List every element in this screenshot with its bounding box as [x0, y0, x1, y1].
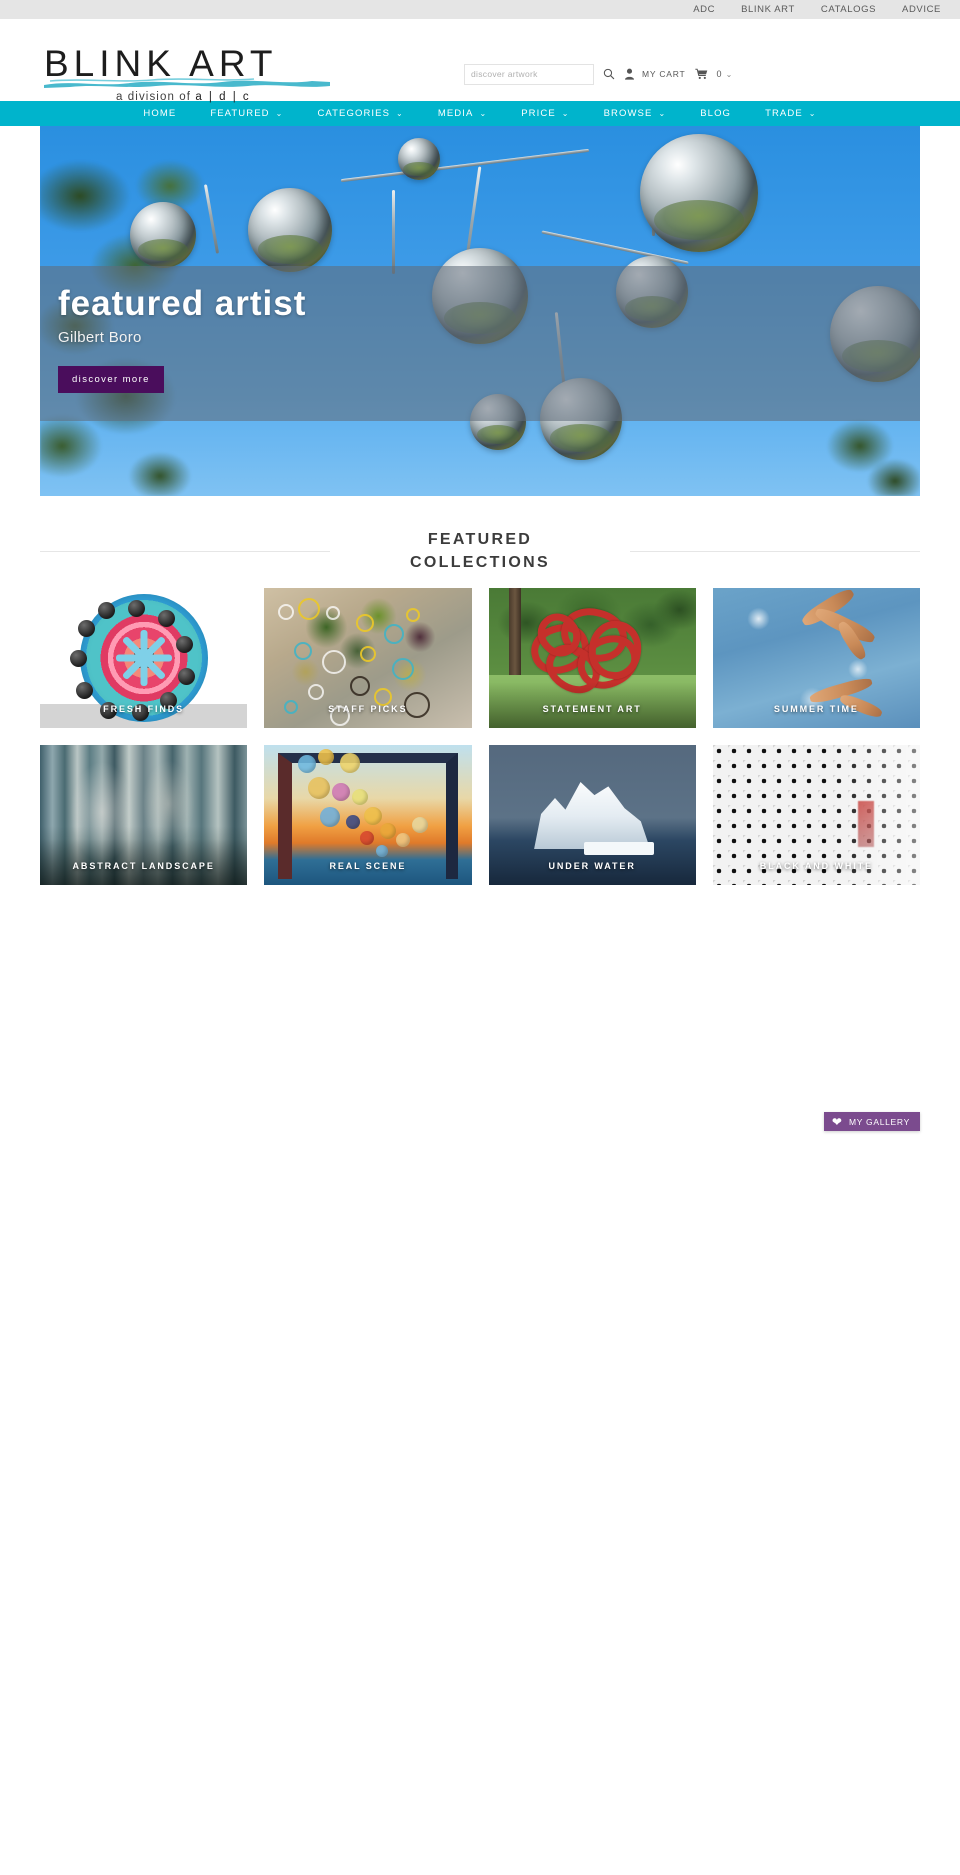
nav-item-label: BLOG [700, 108, 732, 119]
heading-line-1: FEATURED [427, 531, 533, 548]
collection-tile-fresh-finds[interactable]: FRESH FINDS [40, 588, 248, 729]
nav-item-home[interactable]: HOME [143, 108, 176, 119]
utility-link-advice[interactable]: ADVICE [902, 4, 941, 15]
hero-subtitle: Gilbert Boro [58, 328, 142, 346]
collection-tile-label: STATEMENT ART [542, 704, 642, 715]
nav-item-media[interactable]: MEDIA ⌄ [438, 108, 487, 119]
chevron-down-icon: ⌄ [561, 109, 570, 118]
collection-tile-label: UNDER WATER [548, 861, 636, 872]
utility-bar: ADC BLINK ART CATALOGS ADVICE [0, 0, 960, 19]
nav-item-label: TRADE [765, 108, 803, 119]
collection-tile-label: BLACK AND WHITE [759, 861, 873, 872]
user-icon[interactable] [624, 68, 635, 80]
heart-icon: ❤ [831, 1114, 842, 1129]
search-input[interactable] [464, 63, 594, 85]
collection-tile-abstract-landscape[interactable]: ABSTRACT LANDSCAPE [40, 745, 248, 886]
collection-tile-label: FRESH FINDS [103, 704, 185, 715]
logo-wordmark: BLINK ART [44, 43, 278, 84]
logo-tagline: a division of a | d | c [116, 91, 251, 103]
site-header: BLINK ART a division of a | d | c MY CAR… [0, 19, 960, 103]
chevron-down-icon: ⌄ [275, 109, 284, 118]
nav-item-label: CATEGORIES [317, 108, 391, 119]
collection-tile-statement-art[interactable]: STATEMENT ART [488, 588, 696, 729]
collection-tile-label: ABSTRACT LANDSCAPE [72, 861, 215, 872]
nav-item-blog[interactable]: BLOG [700, 108, 731, 119]
my-gallery-label: MY GALLERY [848, 1116, 910, 1127]
collection-tile-label: STAFF PICKS [328, 704, 408, 715]
collections-grid: FRESH FINDS STAFF PICKS STATEMENT ART SU… [40, 588, 920, 886]
chevron-down-icon: ⌄ [808, 109, 817, 118]
sculpture-sphere [130, 202, 196, 268]
my-gallery-tab[interactable]: ❤ MY GALLERY [823, 1112, 920, 1131]
page-title: FEATURED COLLECTIONS [330, 528, 630, 574]
sculpture-rod [392, 190, 395, 274]
cart-label[interactable]: MY CART [642, 69, 686, 79]
chevron-down-icon: ⌄ [479, 109, 488, 118]
collection-tile-staff-picks[interactable]: STAFF PICKS [264, 588, 472, 729]
discover-more-button[interactable]: discover more [58, 365, 164, 393]
nav-item-label: BROWSE [603, 108, 653, 119]
nav-item-label: PRICE [521, 108, 556, 119]
utility-link-blink-art[interactable]: BLINK ART [741, 4, 795, 15]
hero-content: featured artist Gilbert Boro discover mo… [58, 284, 307, 393]
page-container: featured artist Gilbert Boro discover mo… [40, 126, 920, 1131]
sculpture-sphere [640, 134, 758, 252]
utility-link-adc[interactable]: ADC [693, 4, 715, 15]
chevron-down-icon: ⌄ [396, 109, 404, 118]
collection-tile-summer-time[interactable]: SUMMER TIME [712, 588, 920, 729]
utility-link-catalogs[interactable]: CATALOGS [821, 4, 876, 15]
heading-line-2: COLLECTIONS [410, 554, 550, 572]
hero-banner[interactable]: featured artist Gilbert Boro discover mo… [40, 126, 920, 496]
logo-tagline-prefix: a division of [116, 91, 192, 103]
heading-rule-left [40, 550, 330, 552]
hero-title: featured artist [58, 284, 307, 323]
chevron-down-icon: ⌄ [658, 109, 667, 118]
sculpture-sphere [398, 138, 440, 180]
main-navigation: HOME FEATURED ⌄ CATEGORIES ⌄ MEDIA ⌄ PRI… [0, 101, 960, 126]
nav-item-label: FEATURED [210, 108, 270, 119]
nav-item-label: MEDIA [437, 108, 474, 119]
site-logo[interactable]: BLINK ART a division of a | d | c [44, 43, 349, 103]
collection-tile-black-and-white[interactable]: BLACK AND WHITE [712, 745, 920, 886]
cart-icon[interactable] [694, 68, 708, 80]
nav-item-categories[interactable]: CATEGORIES ⌄ [317, 108, 403, 119]
chevron-down-icon[interactable]: ⌄ [726, 70, 733, 79]
nav-item-browse[interactable]: BROWSE ⌄ [604, 108, 667, 119]
collection-tile-label: SUMMER TIME [773, 704, 859, 715]
nav-item-label: HOME [143, 108, 177, 119]
logo-tagline-brand: a | d | c [195, 91, 251, 103]
logo-brushstroke-icon [44, 78, 330, 88]
collection-tile-real-scene[interactable]: REAL SCENE [264, 745, 472, 886]
header-actions: MY CART 0 ⌄ [464, 63, 732, 85]
nav-item-price[interactable]: PRICE ⌄ [521, 108, 569, 119]
heading-rule-right [630, 550, 920, 552]
collection-tile-label: REAL SCENE [329, 861, 407, 872]
nav-item-trade[interactable]: TRADE ⌄ [765, 108, 817, 119]
search-icon[interactable] [603, 68, 615, 80]
featured-collections-heading: FEATURED COLLECTIONS [40, 528, 920, 574]
nav-item-featured[interactable]: FEATURED ⌄ [210, 108, 283, 119]
sculpture-sphere [248, 188, 332, 272]
collection-tile-under-water[interactable]: UNDER WATER [488, 745, 696, 886]
cart-count: 0 [716, 69, 722, 79]
